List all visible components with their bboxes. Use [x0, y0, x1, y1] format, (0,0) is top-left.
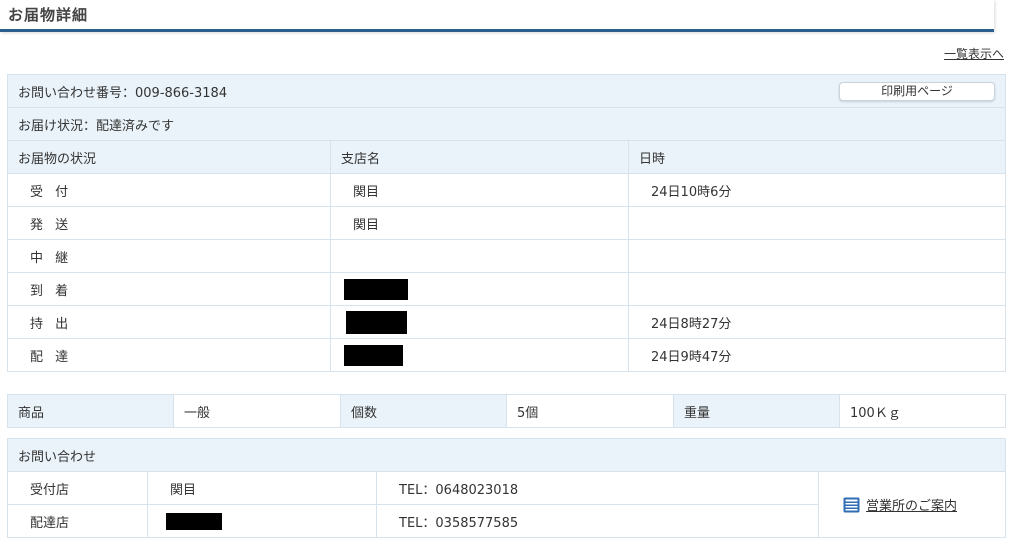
goods-row: 商品 一般 個数 5個 重量 100Ｋｇ — [7, 394, 1006, 428]
inquiry-number: お問い合わせ番号：009-866-3184 — [18, 85, 228, 101]
delivery-status-row: お届け状況：配達済みです — [6, 107, 1007, 141]
redacted-block — [344, 344, 403, 366]
tracking-branch-cell — [330, 239, 629, 273]
delivery-store-name — [147, 504, 377, 538]
redacted-block — [166, 512, 222, 530]
page-header: お届物詳細 — [0, 0, 994, 32]
column-header-datetime: 日時 — [627, 140, 1007, 174]
contact-title-row: お問い合わせ — [6, 438, 1007, 472]
column-header-branch: 支店名 — [330, 140, 629, 174]
table-row: 到 着 — [7, 272, 1007, 306]
tracking-branch-cell — [330, 305, 629, 339]
contact-title: お問い合わせ — [6, 438, 1007, 472]
contact-table: お問い合わせ 受付店 関目 TEL：0648023018 営業所のご案内 配達店… — [6, 438, 1007, 538]
tracking-branch-cell: 関目 — [330, 173, 629, 207]
document-icon — [843, 497, 860, 512]
tracking-datetime-cell: 24日8時27分 — [627, 305, 1007, 339]
goods-weight-label: 重量 — [673, 394, 840, 428]
tracking-status-cell: 到 着 — [7, 272, 331, 306]
print-page-button[interactable]: 印刷用ページ — [839, 82, 996, 101]
receive-store-name: 関目 — [147, 471, 377, 505]
delivery-store-tel: TEL：0358577585 — [376, 504, 819, 538]
office-guide-link[interactable]: 営業所のご案内 — [866, 495, 957, 514]
goods-table: 商品 一般 個数 5個 重量 100Ｋｇ — [7, 394, 1006, 428]
tracking-datetime-cell: 24日9時47分 — [627, 338, 1007, 372]
tracking-header-row: お届物の状況 支店名 日時 — [7, 140, 1007, 174]
tracking-datetime-cell — [627, 239, 1007, 273]
receive-store-label: 受付店 — [7, 471, 148, 505]
tracking-datetime-cell — [627, 272, 1007, 306]
office-guide-cell: 営業所のご案内 — [817, 471, 1007, 538]
inquiry-number-row: お問い合わせ番号：009-866-3184 印刷用ページ — [6, 74, 1007, 108]
tracking-datetime-cell: 24日10時6分 — [627, 173, 1007, 207]
page-title: お届物詳細 — [8, 6, 89, 24]
table-row: 受 付 関目 24日10時6分 — [7, 173, 1007, 207]
tracking-branch-cell: 関目 — [330, 206, 629, 240]
tracking-status-cell: 中 継 — [7, 239, 331, 273]
table-row: 中 継 — [7, 239, 1007, 273]
goods-count-value: 5個 — [506, 394, 674, 428]
redacted-block — [346, 310, 407, 334]
table-row: 持 出 24日8時27分 — [7, 305, 1007, 339]
tracking-branch-cell — [330, 272, 629, 306]
table-row: 配 達 24日9時47分 — [7, 338, 1007, 372]
table-row: 受付店 関目 TEL：0648023018 営業所のご案内 — [7, 471, 1007, 538]
delivery-store-label: 配達店 — [7, 504, 148, 538]
tracking-branch-cell — [330, 338, 629, 372]
goods-weight-value: 100Ｋｇ — [839, 394, 1006, 428]
tracking-status-cell: 受 付 — [7, 173, 331, 207]
column-header-status: お届物の状況 — [7, 140, 331, 174]
back-to-list-link[interactable]: 一覧表示へ — [944, 45, 1004, 62]
tracking-status-cell: 配 達 — [7, 338, 331, 372]
tracking-status-cell: 発 送 — [7, 206, 331, 240]
tracking-table: お問い合わせ番号：009-866-3184 印刷用ページ お届け状況：配達済みで… — [6, 74, 1007, 372]
tracking-status-cell: 持 出 — [7, 305, 331, 339]
goods-count-label: 個数 — [340, 394, 507, 428]
receive-store-tel: TEL：0648023018 — [376, 471, 819, 505]
goods-product-value: 一般 — [173, 394, 341, 428]
goods-product-label: 商品 — [7, 394, 174, 428]
redacted-block — [344, 278, 408, 300]
delivery-status: お届け状況：配達済みです — [18, 118, 175, 134]
tracking-datetime-cell — [627, 206, 1007, 240]
table-row: 発 送 関目 — [7, 206, 1007, 240]
